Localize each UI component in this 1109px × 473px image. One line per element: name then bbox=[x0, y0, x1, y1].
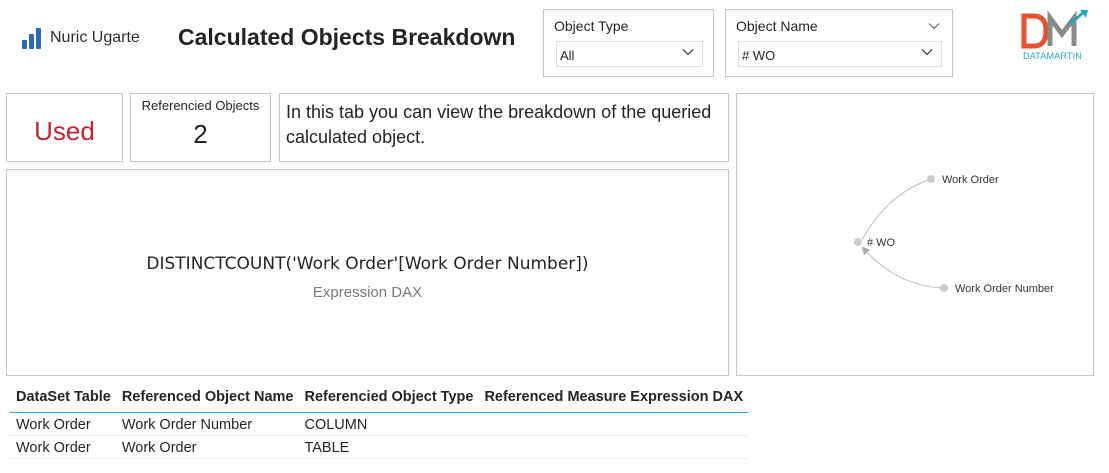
table-row[interactable]: Work Order Work Order Number COLUMN bbox=[10, 412, 749, 436]
graph-edge bbox=[861, 246, 944, 289]
object-type-label: Object Type bbox=[554, 18, 629, 34]
bar-chart-icon bbox=[22, 27, 44, 49]
table-cell: Work Order Number bbox=[115, 412, 299, 436]
page-title: Calculated Objects Breakdown bbox=[178, 24, 516, 50]
logo-text: Nuric Ugarte bbox=[50, 29, 140, 46]
graph-edge bbox=[861, 178, 932, 241]
column-header[interactable]: Referenced Object Name bbox=[115, 384, 299, 413]
datamartin-logo-text: DATAMARTIN bbox=[1023, 51, 1083, 61]
graph-node-label: Work Order Number bbox=[955, 283, 1054, 295]
graph-node-center[interactable] bbox=[854, 238, 862, 246]
table-cell bbox=[478, 412, 749, 436]
graph-node-work-order[interactable] bbox=[927, 175, 935, 183]
object-name-dropdown[interactable]: # WO bbox=[738, 41, 942, 67]
chevron-down-icon bbox=[682, 49, 694, 56]
references-table: DataSet Table Referenced Object Name Ref… bbox=[10, 384, 749, 459]
referenced-objects-value: 2 bbox=[193, 119, 208, 149]
object-name-slicer: Object Name # WO bbox=[725, 9, 953, 77]
table-cell: Work Order bbox=[10, 412, 116, 436]
column-header[interactable]: Referenced Measure Expression DAX bbox=[478, 384, 749, 413]
object-type-value: All bbox=[560, 48, 575, 63]
column-header[interactable]: DataSet Table bbox=[10, 384, 116, 413]
graph-node-label: Work Order bbox=[942, 174, 999, 186]
company-logo: Nuric Ugarte bbox=[22, 24, 140, 52]
status-card: Used bbox=[6, 93, 123, 162]
dax-expression: DISTINCTCOUNT('Work Order'[Work Order Nu… bbox=[146, 254, 589, 274]
table-header-row: DataSet Table Referenced Object Name Ref… bbox=[10, 384, 749, 413]
table-cell: TABLE bbox=[298, 435, 479, 459]
info-card: In this tab you can view the breakdown o… bbox=[279, 93, 729, 162]
chevron-down-icon bbox=[921, 49, 933, 56]
dependency-graph-card: # WO Work Order Work Order Number bbox=[736, 93, 1094, 376]
table-cell: Work Order bbox=[10, 435, 116, 459]
object-name-value: # WO bbox=[742, 48, 776, 63]
object-type-slicer: Object Type All bbox=[543, 9, 714, 77]
object-type-dropdown[interactable]: All bbox=[556, 41, 703, 67]
table-cell: Work Order bbox=[115, 435, 299, 459]
referenced-objects-card: Referencied Objects 2 bbox=[130, 93, 271, 162]
table-cell: COLUMN bbox=[298, 412, 479, 436]
referenced-objects-label: Referencied Objects bbox=[141, 98, 260, 113]
table-row[interactable]: Work Order Work Order TABLE bbox=[10, 435, 749, 459]
column-header[interactable]: Referencied Object Type bbox=[298, 384, 479, 413]
dax-expression-label: Expression DAX bbox=[312, 284, 423, 301]
status-value: Used bbox=[34, 116, 95, 146]
dependency-graph: # WO Work Order Work Order Number bbox=[854, 174, 1054, 295]
info-text: In this tab you can view the breakdown o… bbox=[286, 102, 712, 147]
expression-card: DISTINCTCOUNT('Work Order'[Work Order Nu… bbox=[6, 169, 729, 376]
graph-node-center-label: # WO bbox=[867, 237, 896, 249]
datamartin-logo: DATAMARTIN bbox=[1016, 10, 1092, 66]
table-cell bbox=[478, 435, 749, 459]
object-name-label: Object Name bbox=[736, 18, 818, 34]
graph-node-work-order-number[interactable] bbox=[940, 284, 948, 292]
chevron-down-icon[interactable] bbox=[928, 20, 940, 32]
